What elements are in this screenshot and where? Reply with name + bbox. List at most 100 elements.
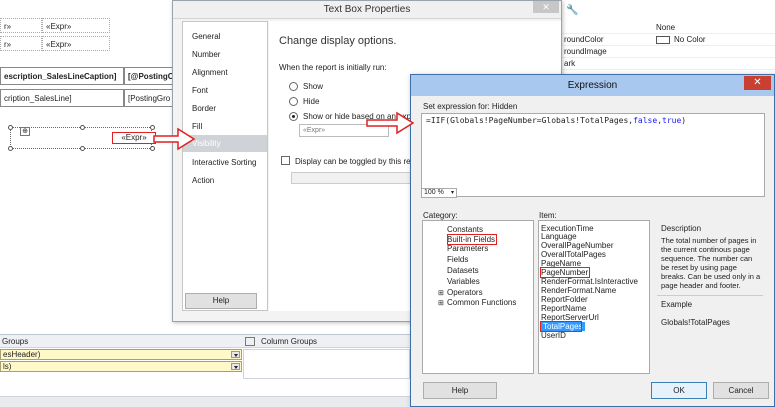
report-header-cell[interactable]: escription_SalesLineCaption] (0, 67, 124, 85)
toggle-item-select[interactable] (291, 172, 411, 184)
category-tree[interactable]: Constants Built-in Fields Parameters Fie… (422, 220, 534, 374)
move-handle-icon[interactable]: ⊕ (20, 127, 30, 136)
close-icon[interactable]: ✕ (744, 76, 771, 90)
close-icon[interactable]: ✕ (533, 1, 559, 13)
highlight-built-in-fields (447, 234, 497, 245)
expression-true-keyword: true (662, 116, 682, 125)
expand-icon[interactable]: ⊞ (438, 289, 444, 297)
tree-item-operators[interactable]: Operators (447, 288, 483, 297)
chevron-down-icon[interactable] (231, 351, 240, 358)
report-cell[interactable]: r» (0, 18, 42, 33)
divider (657, 295, 763, 296)
initial-run-label: When the report is initially run: (279, 63, 387, 72)
nav-item-border[interactable]: Border (183, 100, 267, 117)
list-item[interactable]: ReportName (541, 304, 586, 313)
chevron-down-icon: ▾ (450, 190, 454, 196)
property-name: ark (564, 59, 576, 68)
list-item[interactable]: OverallPageNumber (541, 241, 613, 250)
expression-false-keyword: false (633, 116, 658, 125)
annotation-arrow-icon (153, 127, 196, 151)
expression-radio[interactable] (289, 112, 298, 121)
list-item[interactable]: UserID (541, 331, 566, 340)
row-group-item[interactable]: ls) (0, 361, 242, 372)
tree-item-parameters[interactable]: Parameters (447, 244, 488, 253)
report-detail-cell[interactable]: [PostingGro (124, 89, 174, 107)
property-row[interactable]: roundImage (562, 46, 775, 58)
list-item[interactable]: RenderFormat.IsInteractive (541, 277, 638, 286)
tree-item-datasets[interactable]: Datasets (447, 266, 479, 275)
tree-item-constants[interactable]: Constants (447, 225, 483, 234)
property-name: roundColor (564, 35, 604, 44)
list-item[interactable]: ReportFolder (541, 295, 588, 304)
page-heading: Change display options. (279, 35, 397, 47)
report-header-cell[interactable]: [@PostingC (124, 67, 174, 85)
property-row[interactable]: None (562, 22, 775, 34)
example-text: Globals!TotalPages (661, 318, 730, 327)
report-detail-cell[interactable]: cription_SalesLine] (0, 89, 124, 107)
nav-item-interactive-sorting[interactable]: Interactive Sorting (183, 154, 267, 171)
expression-code: =IIF(Globals!PageNumber=Globals!TotalPag… (426, 116, 634, 125)
properties-nav: General Number Alignment Font Border Fil… (182, 21, 268, 311)
nav-item-alignment[interactable]: Alignment (183, 64, 267, 81)
annotation-arrow-icon (366, 111, 415, 135)
property-value: None (656, 23, 676, 32)
property-row[interactable]: roundColor No Color (562, 34, 775, 46)
expression-close-paren: ) (681, 116, 687, 125)
nav-item-font[interactable]: Font (183, 82, 267, 99)
list-item[interactable]: OverallTotalPages (541, 250, 606, 259)
toggle-checkbox[interactable] (281, 156, 290, 165)
dialog-title: Text Box Properties (173, 1, 561, 19)
nav-item-number[interactable]: Number (183, 46, 267, 63)
nav-item-general[interactable]: General (183, 28, 267, 45)
expression-editor[interactable]: =IIF(Globals!PageNumber=Globals!TotalPag… (421, 113, 765, 197)
toggle-label: Display can be toggled by this rep (295, 157, 416, 166)
resize-handle[interactable] (8, 125, 13, 130)
column-groups-icon (245, 337, 255, 346)
item-list[interactable]: ExecutionTime Language OverallPageNumber… (538, 220, 650, 374)
zoom-value: 100 % (424, 189, 444, 196)
category-label: Category: (423, 211, 458, 220)
hide-radio[interactable] (289, 97, 298, 106)
property-row[interactable]: ark (562, 58, 775, 70)
wrench-icon[interactable]: 🔧 (566, 5, 578, 16)
help-button[interactable]: Help (423, 382, 497, 399)
highlight-page-number (540, 267, 590, 278)
expression-dialog: Expression ✕ Set expression for: Hidden … (410, 74, 775, 407)
resize-handle[interactable] (80, 125, 85, 130)
resize-handle[interactable] (8, 146, 13, 151)
tree-item-fields[interactable]: Fields (447, 255, 468, 264)
set-expression-label: Set expression for: Hidden (423, 102, 518, 111)
status-bar (0, 396, 410, 407)
groups-panel-header: Groups Column Groups (0, 334, 410, 348)
hidden-expr-textbox[interactable]: «Expr» (112, 132, 156, 144)
report-cell[interactable]: «Expr» (42, 36, 110, 51)
row-groups-label: Groups (2, 337, 29, 346)
description-text: The total number of pages in the current… (661, 236, 761, 290)
resize-handle[interactable] (80, 146, 85, 151)
show-radio[interactable] (289, 82, 298, 91)
column-groups-label: Column Groups (261, 337, 318, 346)
zoom-select[interactable]: 100 % ▾ (421, 188, 457, 198)
expand-icon[interactable]: ⊞ (438, 299, 444, 307)
cancel-button[interactable]: Cancel (713, 382, 769, 399)
report-cell[interactable]: «Expr» (42, 18, 110, 33)
nav-item-action[interactable]: Action (183, 172, 267, 189)
tree-item-common-functions[interactable]: Common Functions (447, 298, 516, 307)
list-item[interactable]: Language (541, 232, 577, 241)
help-button[interactable]: Help (185, 293, 257, 309)
row-group-item[interactable]: esHeader) (0, 349, 242, 360)
ok-button[interactable]: OK (651, 382, 707, 399)
property-value: No Color (674, 35, 706, 44)
tree-item-variables[interactable]: Variables (447, 277, 480, 286)
column-groups-area[interactable] (243, 349, 410, 379)
row-group-label: ls) (3, 362, 12, 371)
dialog-title: Expression (411, 75, 774, 96)
chevron-down-icon[interactable] (231, 363, 240, 370)
list-item[interactable]: RenderFormat.Name (541, 286, 616, 295)
description-panel: Description The total number of pages in… (655, 220, 765, 374)
report-cell[interactable]: r» (0, 36, 42, 51)
color-swatch (656, 36, 670, 44)
highlight-total-pages (540, 321, 582, 332)
show-label: Show (303, 82, 324, 91)
property-name: roundImage (564, 47, 607, 56)
